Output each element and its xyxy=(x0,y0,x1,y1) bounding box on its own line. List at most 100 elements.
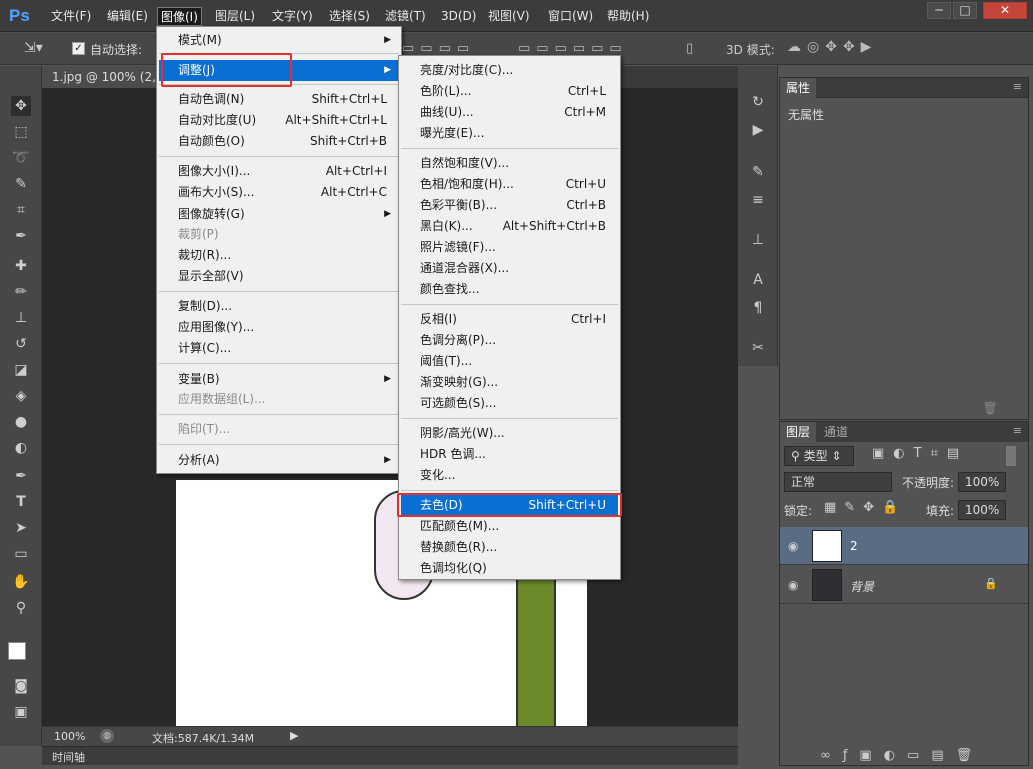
menu-view[interactable]: 视图(V) xyxy=(485,7,533,26)
timeline-label[interactable]: 时间轴 xyxy=(52,749,85,765)
menu-item-reveal-all[interactable]: 显示全部(V) xyxy=(159,266,399,287)
menu-layer[interactable]: 图层(L) xyxy=(212,7,258,26)
menu-item-adjust[interactable]: 调整(J) ▶ xyxy=(159,60,399,81)
menu-window[interactable]: 窗口(W) xyxy=(545,7,596,26)
menu-item-levels[interactable]: 色阶(L)... Ctrl+L xyxy=(401,81,618,102)
menu-item-apply-image[interactable]: 应用图像(Y)... xyxy=(159,317,399,338)
crop-icon[interactable]: ⌗ xyxy=(11,200,31,220)
tab-channels[interactable]: 通道 xyxy=(818,422,855,442)
actions-icon[interactable]: ▶ xyxy=(747,120,769,140)
distribute-icons[interactable]: ▭▭▭▭▭▭ xyxy=(518,41,628,56)
menu-item-color-lookup[interactable]: 颜色查找... xyxy=(401,279,618,300)
menu-item-gradient-map[interactable]: 渐变映射(G)... xyxy=(401,372,618,393)
type-icon[interactable]: T xyxy=(11,492,31,512)
lock-icons[interactable]: ▦✎✥🔒 xyxy=(824,500,906,515)
menu-edit[interactable]: 编辑(E) xyxy=(104,7,151,26)
close-button[interactable]: ✕ xyxy=(983,2,1027,19)
menu-3d[interactable]: 3D(D) xyxy=(438,7,479,26)
menu-item-equalize[interactable]: 色调均化(Q) xyxy=(401,558,618,579)
adjustments-icon[interactable]: ≡ xyxy=(747,190,769,210)
dodge-icon[interactable]: ◐ xyxy=(11,438,31,458)
move-tool-preset-icon[interactable]: ⇲▾ xyxy=(24,40,48,58)
paragraph-icon[interactable]: ¶ xyxy=(747,298,769,318)
menu-item-auto-contrast[interactable]: 自动对比度(U) Alt+Shift+Ctrl+L xyxy=(159,110,399,131)
menu-item-trim[interactable]: 裁切(R)... xyxy=(159,245,399,266)
menu-type[interactable]: 文字(Y) xyxy=(269,7,316,26)
eyedropper-icon[interactable]: ✒ xyxy=(11,226,31,246)
menu-filter[interactable]: 滤镜(T) xyxy=(382,7,429,26)
layer-name[interactable]: 背景 xyxy=(850,578,874,595)
eraser-icon[interactable]: ◪ xyxy=(11,360,31,380)
auto-select-checkbox[interactable]: ✓ xyxy=(72,42,85,55)
menu-item-image-size[interactable]: 图像大小(I)... Alt+Ctrl+I xyxy=(159,161,399,182)
layer-filter-select[interactable]: ⚲ 类型 ⇕ xyxy=(784,446,854,466)
pen-icon[interactable]: ✒ xyxy=(11,466,31,486)
layers-footer-icons[interactable]: ∞ƒ▣◐▭▤🗑 xyxy=(820,748,984,763)
menu-item-brightness-contrast[interactable]: 亮度/对比度(C)... xyxy=(401,60,618,81)
layer-name[interactable]: 2 xyxy=(850,539,858,553)
screen-mode-icon[interactable]: ▣ xyxy=(11,702,31,722)
menu-item-match-color[interactable]: 匹配颜色(M)... xyxy=(401,516,618,537)
menu-item-shadows-highlights[interactable]: 阴影/高光(W)... xyxy=(401,423,618,444)
zoom-icon[interactable]: ⚲ xyxy=(11,598,31,618)
lasso-icon[interactable]: ➰ xyxy=(11,148,31,168)
3d-mode-icons[interactable]: ☁◎✥✥▶ xyxy=(787,39,877,55)
layer-row-2[interactable]: ◉ 2 xyxy=(780,527,1028,565)
menu-item-selective-color[interactable]: 可选颜色(S)... xyxy=(401,393,618,414)
zoom-level[interactable]: 100% xyxy=(54,730,85,743)
menu-item-mode[interactable]: 模式(M) ▶ xyxy=(159,30,399,51)
blend-mode-select[interactable]: 正常 xyxy=(784,472,892,492)
status-arrow-icon[interactable]: ▶ xyxy=(290,729,298,742)
align-icons[interactable]: ▭▭▭▭ xyxy=(402,41,475,56)
filter-toggle[interactable] xyxy=(1006,446,1016,466)
menu-item-channel-mixer[interactable]: 通道混合器(X)... xyxy=(401,258,618,279)
tool-presets-icon[interactable]: ✂ xyxy=(747,338,769,358)
menu-item-image-rotation[interactable]: 图像旋转(G) ▶ xyxy=(159,204,399,225)
menu-item-variables[interactable]: 变量(B) ▶ xyxy=(159,369,399,390)
history-icon[interactable]: ↻ xyxy=(747,92,769,112)
panel-menu-icon[interactable]: ≡ xyxy=(1013,80,1022,93)
menu-item-desaturate[interactable]: 去色(D) Shift+Ctrl+U xyxy=(401,495,618,516)
trash-icon[interactable]: 🗑 xyxy=(983,401,998,415)
bucket-icon[interactable]: ◈ xyxy=(11,386,31,406)
menu-item-threshold[interactable]: 阈值(T)... xyxy=(401,351,618,372)
menu-file[interactable]: 文件(F) xyxy=(48,7,94,26)
menu-item-replace-color[interactable]: 替换颜色(R)... xyxy=(401,537,618,558)
menu-image[interactable]: 图像(I) xyxy=(157,7,202,26)
character-icon[interactable]: A xyxy=(747,270,769,290)
layer-filter-icons[interactable]: ▣◐T⌗▤ xyxy=(872,446,968,461)
blur-icon[interactable]: ● xyxy=(11,412,31,432)
layer-row-background[interactable]: ◉ 背景 🔒 xyxy=(780,566,1028,604)
minimize-button[interactable]: ─ xyxy=(927,2,951,19)
history-brush-icon[interactable]: ↺ xyxy=(11,334,31,354)
menu-item-color-balance[interactable]: 色彩平衡(B)... Ctrl+B xyxy=(401,195,618,216)
menu-item-exposure[interactable]: 曝光度(E)... xyxy=(401,123,618,144)
foreground-color-swatch[interactable] xyxy=(8,642,26,660)
brush-presets-icon[interactable]: ✎ xyxy=(747,162,769,182)
opacity-input[interactable]: 100% xyxy=(958,472,1006,492)
quick-mask-icon[interactable]: ◙ xyxy=(11,676,31,696)
auto-align-icon[interactable]: ▯ xyxy=(686,41,693,56)
layers-menu-icon[interactable]: ≡ xyxy=(1013,424,1022,437)
stamp-icon[interactable]: ⊥ xyxy=(11,308,31,328)
menu-item-hue-saturation[interactable]: 色相/饱和度(H)... Ctrl+U xyxy=(401,174,618,195)
clone-source-icon[interactable]: ⊥ xyxy=(747,230,769,250)
menu-item-analysis[interactable]: 分析(A) ▶ xyxy=(159,450,399,471)
menu-item-variations[interactable]: 变化... xyxy=(401,465,618,486)
menu-item-duplicate[interactable]: 复制(D)... xyxy=(159,296,399,317)
visibility-eye-icon[interactable]: ◉ xyxy=(788,578,798,592)
menu-item-auto-tone[interactable]: 自动色调(N) Shift+Ctrl+L xyxy=(159,89,399,110)
menu-item-calculations[interactable]: 计算(C)... xyxy=(159,338,399,359)
menu-help[interactable]: 帮助(H) xyxy=(604,7,652,26)
move-tool-icon[interactable]: ✥ xyxy=(11,96,31,116)
menu-item-canvas-size[interactable]: 画布大小(S)... Alt+Ctrl+C xyxy=(159,182,399,203)
tab-layers[interactable]: 图层 xyxy=(780,422,817,442)
menu-item-curves[interactable]: 曲线(U)... Ctrl+M xyxy=(401,102,618,123)
menu-item-auto-color[interactable]: 自动颜色(O) Shift+Ctrl+B xyxy=(159,131,399,152)
menu-select[interactable]: 选择(S) xyxy=(326,7,373,26)
status-info-icon[interactable]: ◍ xyxy=(100,729,114,743)
path-select-icon[interactable]: ➤ xyxy=(11,518,31,538)
menu-item-invert[interactable]: 反相(I) Ctrl+I xyxy=(401,309,618,330)
menu-item-vibrance[interactable]: 自然饱和度(V)... xyxy=(401,153,618,174)
quick-select-icon[interactable]: ✎ xyxy=(11,174,31,194)
